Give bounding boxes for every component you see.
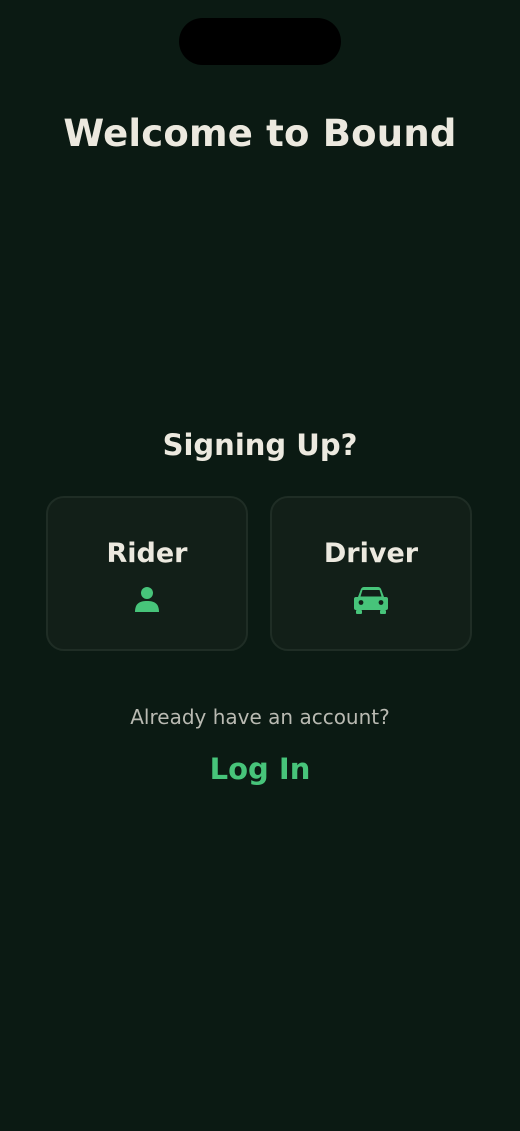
driver-signup-button[interactable]: Driver <box>270 496 472 651</box>
rider-label: Rider <box>106 538 188 569</box>
driver-label: Driver <box>323 538 419 569</box>
login-link[interactable]: Log In <box>0 752 520 786</box>
car-icon <box>354 587 388 614</box>
signup-heading: Signing Up? <box>162 428 358 462</box>
welcome-title: Welcome to Bound <box>63 112 457 155</box>
rider-signup-button[interactable]: Rider <box>46 496 248 651</box>
existing-account-prompt: Already have an account? <box>130 705 390 729</box>
dynamic-island <box>179 18 341 65</box>
person-icon <box>135 587 159 612</box>
